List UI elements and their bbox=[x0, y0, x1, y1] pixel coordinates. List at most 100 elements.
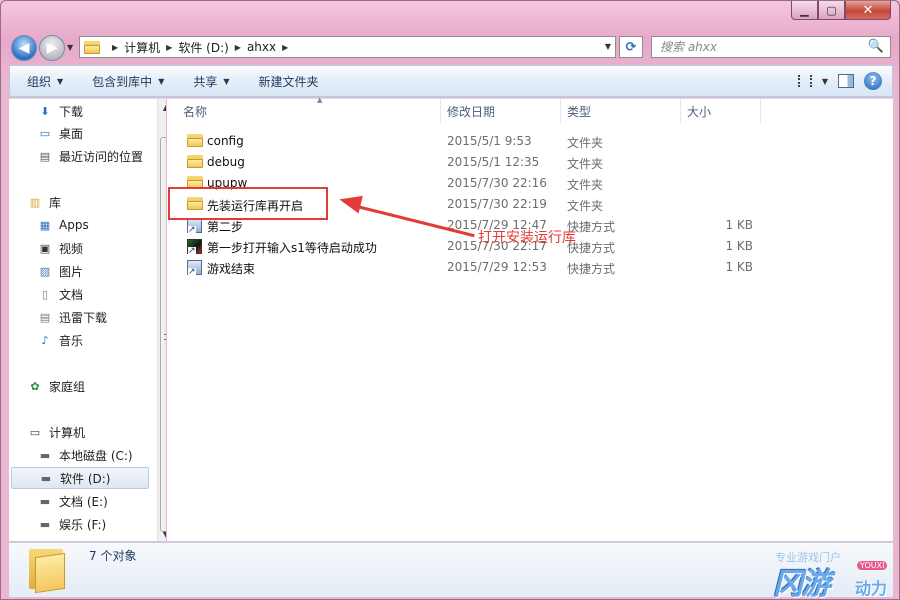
preview-pane-icon[interactable] bbox=[838, 74, 854, 88]
documents-library-icon: ▯ bbox=[41, 287, 49, 301]
shortcut-icon bbox=[187, 218, 203, 234]
item-count: 7 个对象 bbox=[89, 549, 137, 563]
nav-item-label: 视频 bbox=[59, 241, 84, 256]
address-bar[interactable]: ▶ 计算机 ▶ 软件 (D:) ▶ ahxx ▶ ▼ bbox=[79, 36, 616, 58]
search-box: 🔍 bbox=[651, 36, 891, 58]
nav-item-drive-e[interactable]: ▬ 文档 (E:) bbox=[37, 490, 166, 512]
new-folder-button[interactable]: 新建文件夹 bbox=[242, 73, 331, 90]
scroll-down-icon[interactable]: ▼ bbox=[158, 526, 166, 541]
nav-item-label: 文档 bbox=[59, 287, 84, 302]
change-view-icon[interactable] bbox=[797, 75, 812, 87]
file-type: 快捷方式 bbox=[567, 262, 616, 276]
chevron-down-icon: ▼ bbox=[158, 76, 165, 86]
drive-d-icon: ▬ bbox=[40, 471, 52, 485]
breadcrumb-separator-icon[interactable]: ▶ bbox=[112, 43, 118, 52]
watermark-main-text: 冈游 bbox=[773, 567, 831, 600]
minimize-button[interactable]: ▁ bbox=[791, 1, 818, 20]
file-row[interactable]: 游戏结束 2015/7/29 12:53 快捷方式 1 KB bbox=[167, 257, 893, 278]
nav-item-drive-f[interactable]: ▬ 娱乐 (F:) bbox=[37, 513, 166, 535]
file-row[interactable]: config 2015/5/1 9:53 文件夹 bbox=[167, 131, 893, 152]
drive-f-icon: ▬ bbox=[39, 517, 51, 531]
nav-item-recent-places[interactable]: ▤ 最近访问的位置 bbox=[37, 145, 166, 167]
nav-item-homegroup[interactable]: ✿ 家庭组 bbox=[27, 375, 166, 397]
music-library-icon: ♪ bbox=[41, 333, 49, 347]
breadcrumb-separator-icon[interactable]: ▶ bbox=[166, 43, 172, 52]
recent-places-icon: ▤ bbox=[39, 149, 51, 163]
file-size: 1 KB bbox=[725, 239, 753, 253]
drive-e-icon: ▬ bbox=[39, 494, 51, 508]
breadcrumb-computer[interactable]: 计算机 bbox=[124, 39, 160, 56]
shortcut-icon bbox=[187, 260, 203, 276]
file-name: 游戏结束 bbox=[207, 262, 256, 276]
navigation-pane: ⬇ 下载 ▭ 桌面 ▤ 最近访问的位置 ▥ 库 ▦ Apps ▣ 视频 ▨ 图片… bbox=[9, 98, 166, 541]
help-icon[interactable]: ? bbox=[864, 72, 882, 90]
navigation-scrollbar[interactable]: ▲ ▼ bbox=[157, 99, 166, 541]
nav-item-label: 家庭组 bbox=[49, 379, 86, 394]
nav-item-computer[interactable]: ▭ 计算机 bbox=[27, 421, 166, 443]
nav-item-downloads[interactable]: ⬇ 下载 bbox=[37, 100, 166, 122]
organize-menu[interactable]: 组织 ▼ bbox=[10, 73, 75, 90]
refresh-button[interactable]: ⟳ bbox=[619, 36, 643, 58]
nav-item-drive-d[interactable]: ▬ 软件 (D:) bbox=[11, 467, 149, 489]
maximize-button[interactable]: ▢ bbox=[818, 1, 845, 20]
column-header-name[interactable]: 名称 ▲ bbox=[177, 96, 441, 123]
include-in-library-menu[interactable]: 包含到库中 ▼ bbox=[75, 73, 176, 90]
recent-pages-dropdown-icon[interactable]: ▼ bbox=[67, 43, 73, 52]
share-menu[interactable]: 共享 ▼ bbox=[176, 73, 241, 90]
scroll-up-icon[interactable]: ▲ bbox=[158, 99, 166, 115]
libraries-icon: ▥ bbox=[29, 195, 41, 209]
annotation-text: 打开安装运行库 bbox=[478, 230, 576, 246]
nav-item-label: 最近访问的位置 bbox=[59, 149, 144, 164]
breadcrumb-separator-icon[interactable]: ▶ bbox=[235, 43, 241, 52]
drive-c-icon: ▬ bbox=[39, 448, 51, 462]
computer-icon: ▭ bbox=[29, 425, 41, 439]
file-row[interactable]: debug 2015/5/1 12:35 文件夹 bbox=[167, 152, 893, 173]
view-options-chevron-icon[interactable]: ▼ bbox=[822, 77, 828, 86]
search-icon[interactable]: 🔍 bbox=[868, 39, 884, 54]
organize-label: 组织 bbox=[27, 74, 52, 89]
breadcrumb-ahxx[interactable]: ahxx bbox=[247, 40, 276, 54]
nav-item-music[interactable]: ♪ 音乐 bbox=[37, 329, 166, 351]
nav-item-apps[interactable]: ▦ Apps bbox=[37, 214, 166, 236]
folder-icon bbox=[187, 155, 203, 169]
file-modified: 2015/7/29 12:53 bbox=[447, 260, 547, 274]
breadcrumb-separator-icon[interactable]: ▶ bbox=[282, 43, 288, 52]
file-name: 第二步 bbox=[207, 220, 244, 234]
nav-item-pictures[interactable]: ▨ 图片 bbox=[37, 260, 166, 282]
site-watermark-logo: 专业游戏门户 冈游 YOUXI 动力 bbox=[773, 549, 895, 600]
address-history-dropdown-icon[interactable]: ▼ bbox=[605, 42, 611, 51]
search-input[interactable] bbox=[660, 40, 860, 54]
column-header-modified[interactable]: 修改日期 bbox=[441, 99, 561, 123]
include-in-library-label: 包含到库中 bbox=[92, 74, 153, 89]
nav-item-label: 下载 bbox=[59, 104, 84, 119]
nav-item-drive-c[interactable]: ▬ 本地磁盘 (C:) bbox=[37, 444, 166, 466]
column-header-label: 类型 bbox=[567, 104, 592, 119]
nav-item-label: 桌面 bbox=[59, 126, 84, 141]
nav-item-label: 软件 (D:) bbox=[60, 471, 111, 486]
window-controls: ▁ ▢ ✕ bbox=[791, 1, 891, 20]
nav-item-thunder-downloads[interactable]: ▤ 迅雷下载 bbox=[37, 306, 166, 328]
column-header-size[interactable]: 大小 bbox=[681, 99, 761, 123]
back-button[interactable]: ◀ bbox=[11, 35, 37, 61]
nav-item-desktop[interactable]: ▭ 桌面 bbox=[37, 122, 166, 144]
scrollbar-thumb[interactable] bbox=[160, 137, 166, 532]
chevron-down-icon: ▼ bbox=[223, 76, 230, 86]
column-header-label: 修改日期 bbox=[447, 104, 496, 119]
nav-item-documents[interactable]: ▯ 文档 bbox=[37, 283, 166, 305]
column-header-type[interactable]: 类型 bbox=[561, 99, 681, 123]
column-header-label: 大小 bbox=[687, 104, 712, 119]
file-type: 文件夹 bbox=[567, 157, 604, 171]
nav-item-label: Apps bbox=[59, 218, 89, 232]
nav-item-libraries[interactable]: ▥ 库 bbox=[27, 191, 166, 213]
forward-button[interactable]: ▶ bbox=[39, 35, 65, 61]
file-name: debug bbox=[207, 155, 245, 169]
breadcrumb-drive-d[interactable]: 软件 (D:) bbox=[178, 39, 228, 56]
file-modified: 2015/7/30 22:19 bbox=[447, 197, 547, 211]
desktop-icon: ▭ bbox=[39, 126, 51, 140]
nav-item-label: 计算机 bbox=[49, 425, 86, 440]
nav-item-label: 娱乐 (F:) bbox=[59, 517, 107, 532]
nav-item-videos[interactable]: ▣ 视频 bbox=[37, 237, 166, 259]
close-button[interactable]: ✕ bbox=[845, 1, 891, 20]
file-size: 1 KB bbox=[725, 218, 753, 232]
apps-library-icon: ▦ bbox=[39, 218, 51, 232]
